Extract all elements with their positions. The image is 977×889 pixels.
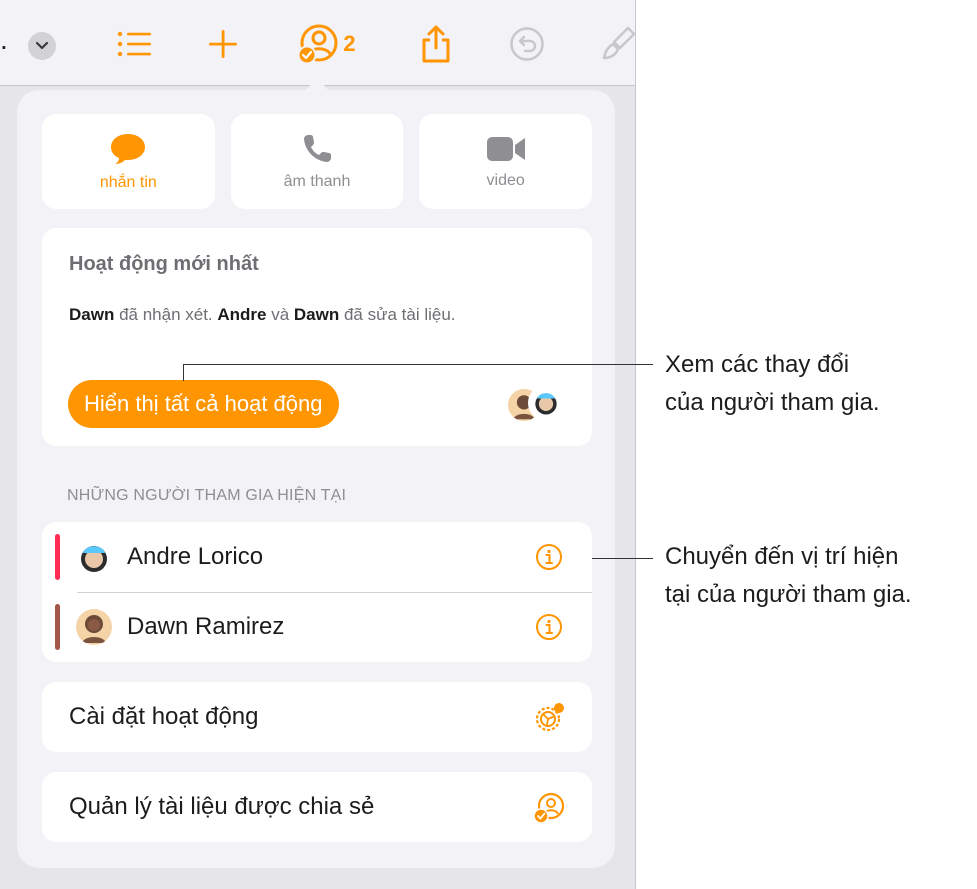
activity-user: Andre	[217, 305, 267, 324]
activity-settings-row[interactable]: Cài đặt hoạt động	[42, 682, 592, 752]
phone-icon	[304, 134, 331, 162]
activity-summary: Dawn đã nhận xét. Andre và Dawn đã sửa t…	[69, 305, 456, 324]
paintbrush-icon[interactable]	[598, 20, 635, 68]
manage-shared-document-row[interactable]: Quản lý tài liệu được chia sẻ	[42, 772, 592, 842]
participant-name: Dawn Ramirez	[127, 613, 285, 640]
callout-line-activity-tick	[183, 364, 184, 381]
participant-color-bar	[55, 604, 60, 650]
info-icon[interactable]	[535, 613, 563, 641]
participant-row-andre[interactable]: Andre Lorico	[42, 522, 592, 592]
activity-avatars	[506, 385, 568, 425]
chevron-down-icon[interactable]	[28, 32, 56, 60]
message-button[interactable]: nhắn tin	[42, 114, 215, 209]
callout-participant: Chuyển đến vị trí hiện tại của người tha…	[665, 543, 912, 608]
truncated-title: .	[0, 24, 8, 55]
contact-options: nhắn tin âm thanh video	[42, 114, 593, 209]
video-button[interactable]: video	[419, 114, 593, 209]
show-all-activity-button[interactable]: Hiển thị tất cả hoạt động	[68, 380, 339, 428]
collaboration-popover: nhắn tin âm thanh video Hoạt động mới nh…	[17, 90, 615, 868]
plus-icon[interactable]	[201, 20, 245, 68]
ipad-screen: . 2 nhắn tin âm thanh video Hoạt động mớ…	[0, 0, 636, 889]
participants-list: Andre Lorico Dawn Ramirez	[42, 522, 592, 662]
activity-user: Dawn	[293, 305, 340, 324]
activity-settings-label: Cài đặt hoạt động	[69, 703, 259, 730]
message-label: nhắn tin	[99, 173, 157, 191]
latest-activity-card: Hoạt động mới nhất Dawn đã nhận xét. And…	[42, 228, 592, 446]
activity-user: Dawn	[69, 305, 115, 324]
video-label: video	[486, 171, 525, 189]
manage-collaboration-icon	[533, 792, 565, 824]
share-icon[interactable]	[414, 20, 458, 68]
manage-shared-label: Quản lý tài liệu được chia sẻ	[69, 793, 375, 820]
activity-title: Hoạt động mới nhất	[69, 253, 259, 275]
collaborate-button[interactable]: 2	[290, 20, 362, 68]
list-icon[interactable]	[112, 20, 156, 68]
participant-color-bar	[55, 534, 60, 580]
avatar-andre	[528, 385, 564, 421]
activity-settings-icon	[535, 703, 564, 732]
video-camera-icon	[486, 136, 525, 161]
audio-label: âm thanh	[283, 172, 351, 190]
avatar-andre	[81, 546, 107, 572]
callout-line-activity	[183, 364, 653, 365]
info-icon[interactable]	[535, 543, 563, 571]
collaborator-count: 2	[343, 31, 356, 56]
participant-row-dawn[interactable]: Dawn Ramirez	[42, 592, 592, 662]
collaborate-icon	[297, 24, 338, 65]
current-participants-header: NHỮNG NGƯỜI THAM GIA HIỆN TẠI	[67, 487, 347, 504]
message-bubble-icon	[111, 133, 146, 164]
undo-icon[interactable]	[505, 20, 549, 68]
audio-button[interactable]: âm thanh	[230, 114, 404, 209]
toolbar: . 2	[0, 0, 635, 86]
callout-line-participant	[592, 558, 653, 559]
callout-activity: Xem các thay đổi của người tham gia.	[665, 351, 880, 416]
participant-name: Andre Lorico	[127, 543, 264, 570]
avatar-dawn	[76, 609, 112, 645]
